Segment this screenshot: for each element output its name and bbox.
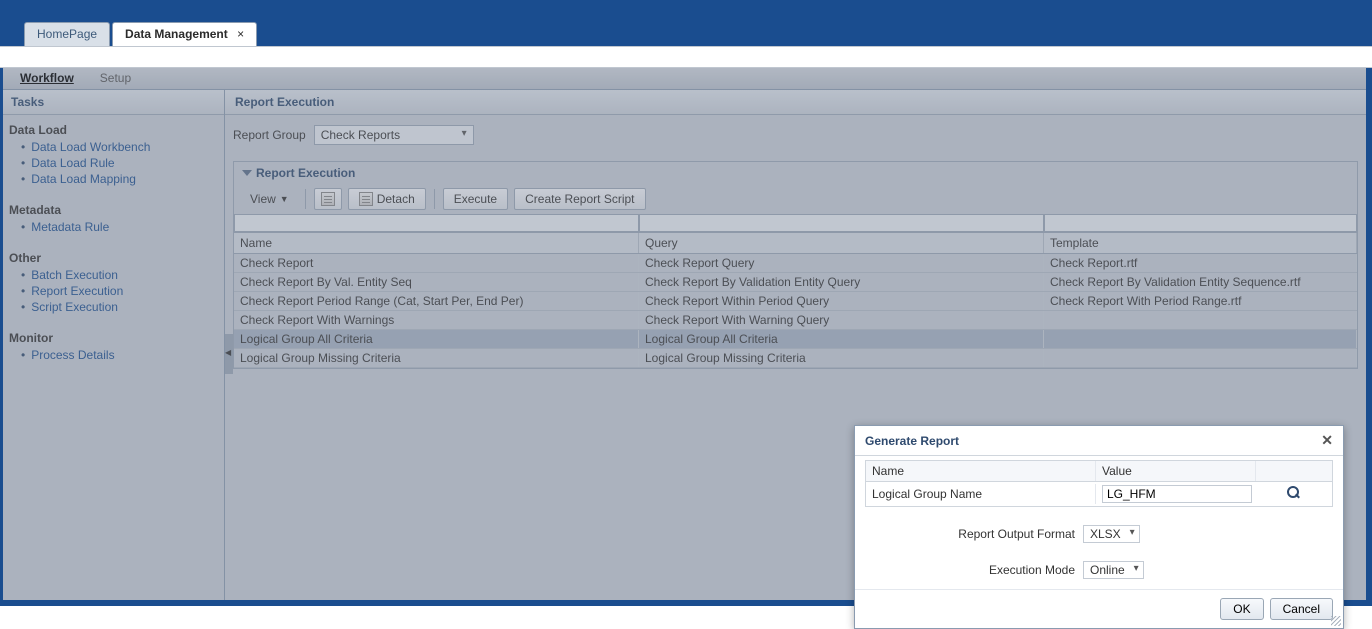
output-format-label: Report Output Format	[925, 527, 1075, 541]
filter-query[interactable]	[639, 214, 1044, 232]
link-script-execution[interactable]: Script Execution	[31, 300, 118, 314]
link-report-execution[interactable]: Report Execution	[31, 284, 123, 298]
tasks-title: Tasks	[3, 90, 224, 115]
group-metadata: Metadata	[9, 203, 218, 217]
link-data-load-mapping[interactable]: Data Load Mapping	[31, 172, 136, 186]
sidebar-collapse-handle[interactable]	[225, 334, 233, 374]
report-group-label: Report Group	[233, 128, 306, 142]
cell-template	[1044, 349, 1357, 367]
link-metadata-rule[interactable]: Metadata Rule	[31, 220, 109, 234]
inner-panel-title: Report Execution	[256, 166, 355, 180]
cell-query: Check Report With Warning Query	[639, 311, 1044, 329]
cell-name: Logical Group Missing Criteria	[234, 349, 639, 367]
cell-query: Check Report By Validation Entity Query	[639, 273, 1044, 291]
dialog-title: Generate Report	[865, 434, 959, 448]
link-data-load-rule[interactable]: Data Load Rule	[31, 156, 114, 170]
cell-template	[1044, 330, 1357, 348]
create-report-script-button[interactable]: Create Report Script	[514, 188, 645, 210]
tab-data-management[interactable]: Data Management ×	[112, 22, 257, 46]
cell-template: Check Report.rtf	[1044, 254, 1357, 272]
cell-query: Logical Group Missing Criteria	[639, 349, 1044, 367]
detach-button[interactable]: Detach	[348, 188, 426, 210]
group-monitor: Monitor	[9, 331, 218, 345]
inner-panel: Report Execution View▼ Detach Execute Cr…	[233, 161, 1358, 369]
generate-report-dialog: Generate Report ✕ Name Value Logical Gro…	[854, 425, 1344, 629]
table-row[interactable]: Check ReportCheck Report QueryCheck Repo…	[234, 254, 1357, 273]
cell-query: Logical Group All Criteria	[639, 330, 1044, 348]
link-process-details[interactable]: Process Details	[31, 348, 114, 362]
output-format-select[interactable]: XLSX	[1083, 525, 1140, 543]
sub-tab-workflow[interactable]: Workflow	[7, 67, 87, 89]
top-tab-bar: HomePage Data Management ×	[0, 0, 1372, 46]
param-col-name: Name	[866, 461, 1096, 481]
execution-mode-label: Execution Mode	[925, 563, 1075, 577]
param-value-input[interactable]	[1102, 485, 1252, 503]
sub-tab-setup[interactable]: Setup	[87, 67, 144, 89]
refresh-icon	[321, 192, 335, 206]
cell-template: Check Report With Period Range.rtf	[1044, 292, 1357, 310]
link-batch-execution[interactable]: Batch Execution	[31, 268, 118, 282]
tab-data-management-label: Data Management	[125, 27, 228, 41]
cell-name: Logical Group All Criteria	[234, 330, 639, 348]
cell-name: Check Report Period Range (Cat, Start Pe…	[234, 292, 639, 310]
cell-name: Check Report By Val. Entity Seq	[234, 273, 639, 291]
refresh-button[interactable]	[314, 188, 342, 210]
execution-mode-select[interactable]: Online	[1083, 561, 1144, 579]
col-query[interactable]: Query	[639, 233, 1044, 253]
table-row[interactable]: Check Report With WarningsCheck Report W…	[234, 311, 1357, 330]
report-group-select[interactable]: Check Reports	[314, 125, 474, 145]
link-data-load-workbench[interactable]: Data Load Workbench	[31, 140, 150, 154]
dialog-resize-handle[interactable]	[1331, 616, 1341, 626]
cancel-button[interactable]: Cancel	[1270, 598, 1333, 620]
cell-name: Check Report	[234, 254, 639, 272]
group-other: Other	[9, 251, 218, 265]
toolbar: View▼ Detach Execute Create Report Scrip…	[234, 184, 1357, 214]
lookup-icon[interactable]	[1287, 486, 1301, 500]
collapse-triangle-icon[interactable]	[242, 170, 252, 176]
close-icon[interactable]: ×	[237, 27, 244, 41]
tab-homepage[interactable]: HomePage	[24, 22, 110, 46]
ok-button[interactable]: OK	[1220, 598, 1263, 620]
table-row[interactable]: Check Report Period Range (Cat, Start Pe…	[234, 292, 1357, 311]
param-col-value: Value	[1096, 461, 1256, 481]
table-row[interactable]: Logical Group Missing CriteriaLogical Gr…	[234, 349, 1357, 368]
table-row[interactable]: Logical Group All CriteriaLogical Group …	[234, 330, 1357, 349]
cell-template: Check Report By Validation Entity Sequen…	[1044, 273, 1357, 291]
table-row[interactable]: Check Report By Val. Entity SeqCheck Rep…	[234, 273, 1357, 292]
execute-button[interactable]: Execute	[443, 188, 508, 210]
filter-template[interactable]	[1044, 214, 1357, 232]
filter-name[interactable]	[234, 214, 639, 232]
tasks-panel: Tasks Data Load Data Load Workbench Data…	[3, 90, 225, 600]
white-strip	[0, 46, 1372, 68]
sub-tab-bar: Workflow Setup	[3, 68, 1366, 90]
dialog-close-icon[interactable]: ✕	[1321, 432, 1333, 449]
cell-query: Check Report Within Period Query	[639, 292, 1044, 310]
col-name[interactable]: Name	[234, 233, 639, 253]
view-menu[interactable]: View▼	[242, 189, 297, 209]
cell-query: Check Report Query	[639, 254, 1044, 272]
content-title: Report Execution	[225, 90, 1366, 115]
col-template[interactable]: Template	[1044, 233, 1357, 253]
cell-template	[1044, 311, 1357, 329]
cell-name: Check Report With Warnings	[234, 311, 639, 329]
group-data-load: Data Load	[9, 123, 218, 137]
detach-icon	[359, 192, 373, 206]
param-name: Logical Group Name	[866, 484, 1096, 504]
